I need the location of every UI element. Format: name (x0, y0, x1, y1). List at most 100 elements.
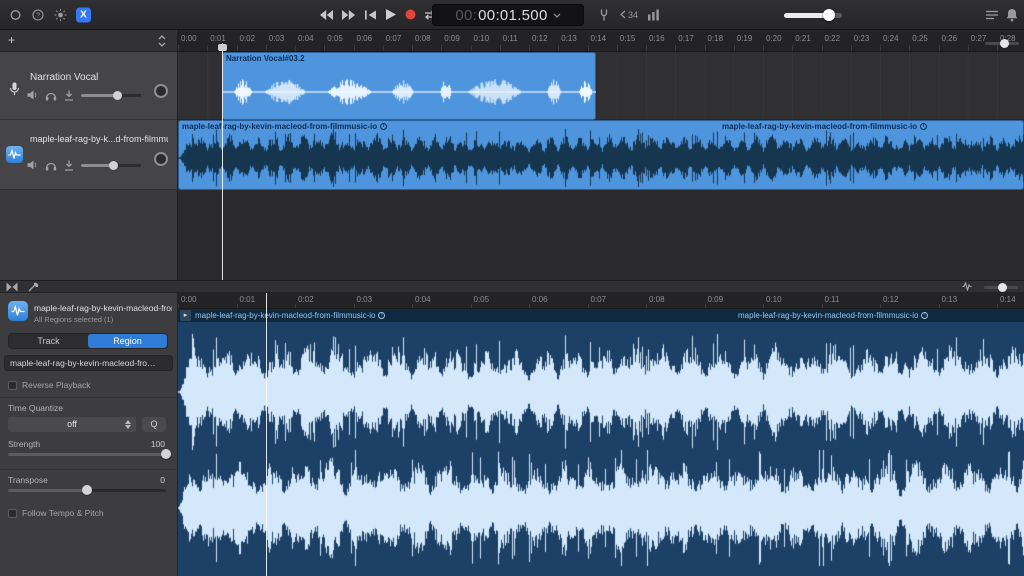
editor-waveform-area[interactable] (178, 322, 1024, 576)
ruler-tick (529, 45, 530, 52)
divider (0, 397, 177, 398)
ruler-label: 0:02 (240, 34, 256, 43)
ruler-label: 0:24 (883, 34, 899, 43)
ruler-tick (237, 45, 238, 52)
microphone-icon (9, 82, 20, 96)
volume-knob[interactable] (823, 9, 835, 21)
lcd-time: 00:01.500 (478, 7, 547, 24)
track-volume-slider[interactable] (81, 94, 141, 97)
lcd-display[interactable]: 00: 00:01.500 (432, 4, 584, 26)
region-narration[interactable]: Narration Vocal#03.2 (222, 52, 596, 120)
mute-button[interactable] (27, 90, 38, 100)
pan-knob[interactable] (154, 84, 168, 98)
track-lane-music[interactable]: maple-leaf-rag-by-kevin-macleod-from-fil… (178, 120, 1024, 190)
record-indicator-icon[interactable] (10, 9, 21, 20)
ruler-tick (968, 45, 969, 52)
mute-button[interactable] (27, 160, 38, 170)
queue-icon[interactable] (986, 10, 998, 19)
editor-zoom-slider[interactable] (984, 286, 1018, 289)
ruler-label: 0:16 (649, 34, 665, 43)
strength-value: 100 (151, 439, 165, 449)
input-monitor-button[interactable] (64, 160, 74, 171)
quantize-value: off (67, 419, 77, 429)
fast-forward-button[interactable] (340, 8, 356, 22)
stepper-icons[interactable] (125, 420, 131, 429)
input-monitor-button[interactable] (64, 90, 74, 101)
playhead[interactable] (222, 43, 223, 280)
empty-lane-area[interactable] (178, 191, 1024, 280)
ruler-label: 0:18 (708, 34, 724, 43)
record-button[interactable] (402, 8, 418, 22)
ruler-label: 0:04 (298, 34, 314, 43)
app-badge-x-icon[interactable]: X (76, 7, 91, 22)
volume-knob[interactable] (109, 161, 118, 170)
ruler-label: 0:09 (708, 295, 724, 304)
editor-region-label: maple-leaf-rag-by-kevin-macleod-from-fil… (738, 311, 928, 320)
playhead-handle[interactable] (218, 44, 227, 51)
region-music[interactable]: maple-leaf-rag-by-kevin-macleod-from-fil… (178, 120, 1024, 190)
reverse-playback-checkbox[interactable] (8, 381, 17, 390)
track-options-icon[interactable] (157, 35, 167, 47)
volume-knob[interactable] (113, 91, 122, 100)
ruler-tick (354, 45, 355, 52)
bell-icon[interactable] (1006, 8, 1018, 21)
track-name[interactable]: maple-leaf-rag-by-k...d-from-filmmusic-i… (30, 134, 168, 144)
audio-editor-panel: maple-leaf-rag-by-kevin-macleod-from… Al… (0, 280, 1024, 576)
track-header-music[interactable]: maple-leaf-rag-by-k...d-from-filmmusic-i… (0, 120, 177, 190)
track-volume-slider[interactable] (81, 164, 141, 167)
strength-slider[interactable] (8, 453, 166, 456)
timeline-ruler[interactable]: 0:000:010:020:030:040:050:060:070:080:09… (178, 30, 1024, 52)
track-header-toolbar: + (0, 30, 177, 52)
slider-knob[interactable] (161, 449, 171, 459)
zoom-knob[interactable] (998, 283, 1007, 292)
editor-waveform[interactable] (178, 322, 1024, 576)
go-to-beginning-button[interactable] (362, 8, 378, 22)
ruler-label: 0:21 (795, 34, 811, 43)
region-name-field[interactable]: maple-leaf-rag-by-kevin-macleod-fro… (4, 355, 173, 371)
brightness-icon[interactable] (54, 8, 67, 21)
editor-playhead[interactable] (266, 293, 267, 576)
svg-text:?: ? (36, 10, 40, 19)
editor-ruler[interactable]: 0:000:010:020:030:040:050:060:070:080:09… (178, 293, 1024, 309)
add-track-button[interactable]: + (8, 33, 15, 47)
track-name[interactable]: Narration Vocal (30, 72, 168, 83)
region-label: maple-leaf-rag-by-kevin-macleod-from-fil… (182, 122, 387, 131)
help-icon[interactable]: ? (32, 9, 44, 21)
reverse-playback-row: Reverse Playback (8, 379, 91, 391)
slider-knob[interactable] (82, 485, 92, 495)
volume-slider[interactable] (784, 13, 842, 18)
ruler-tick (588, 45, 589, 52)
rewind-button[interactable] (318, 8, 334, 22)
ruler-label: 0:10 (474, 34, 490, 43)
q-button[interactable]: Q (142, 417, 166, 432)
region-label: Narration Vocal#03.2 (226, 54, 305, 63)
tab-region[interactable]: Region (88, 334, 167, 348)
ruler-label: 0:00 (181, 34, 197, 43)
track-header-narration[interactable]: Narration Vocal (0, 52, 177, 120)
chevron-down-icon[interactable] (553, 13, 561, 18)
tools-icon[interactable] (28, 282, 39, 292)
ruler-label: 0:12 (532, 34, 548, 43)
editor-main: 0:000:010:020:030:040:050:060:070:080:09… (178, 293, 1024, 576)
daw-window: ? X 00: 00:01.500 (0, 0, 1024, 576)
ruler-tick (909, 45, 910, 52)
zoom-knob[interactable] (1000, 39, 1009, 48)
solo-button[interactable] (45, 160, 57, 171)
control-bar: ? X 00: 00:01.500 (0, 0, 1024, 30)
follow-tempo-checkbox[interactable] (8, 509, 17, 518)
prelisten-button[interactable]: ▸ (180, 310, 191, 321)
crossfade-icon[interactable] (6, 282, 18, 292)
ruler-label: 0:01 (210, 34, 226, 43)
track-lane-narration[interactable]: Narration Vocal#03.2 (178, 52, 1024, 120)
transpose-slider[interactable] (8, 489, 166, 492)
play-button[interactable] (383, 8, 399, 22)
quantize-dropdown[interactable]: off (8, 417, 136, 432)
pan-knob[interactable] (154, 152, 168, 166)
tab-track[interactable]: Track (9, 334, 88, 348)
selection-name: maple-leaf-rag-by-kevin-macleod-from… (34, 303, 172, 313)
solo-button[interactable] (45, 90, 57, 101)
level-meter-icon[interactable] (648, 9, 659, 20)
tuner-icon[interactable] (598, 8, 610, 21)
waveform-zoom-icon[interactable] (962, 282, 972, 291)
timeline-zoom-slider[interactable] (985, 42, 1019, 45)
